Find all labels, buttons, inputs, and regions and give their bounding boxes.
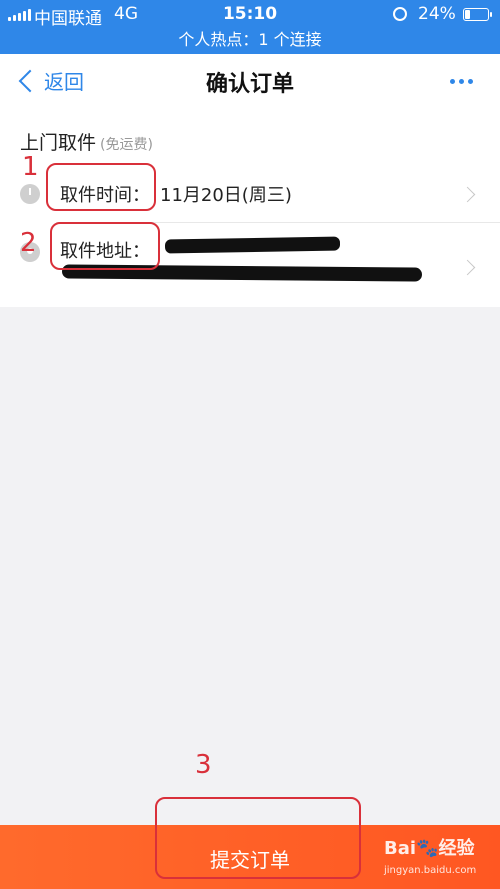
pickup-time-value: 11月20日(周三) [160,185,292,206]
battery-icon [463,8,492,21]
annotation-box [50,222,160,270]
nav-bar: 返回 确认订单 [0,54,500,110]
annotation-number: 3 [195,750,212,780]
annotation-number: 2 [20,228,37,258]
watermark-url: jingyan.baidu.com [384,865,477,876]
annotation-number: 1 [22,152,39,182]
more-dot-icon [459,79,464,84]
section-title-text: 上门取件 [20,132,97,154]
redacted-address-line [164,236,341,254]
annotation-box [155,797,361,879]
chevron-right-icon [459,186,476,203]
hotspot-banner[interactable]: 个人热点：1 个连接 [0,30,500,54]
more-button[interactable] [450,79,473,84]
clock-icon [20,184,40,204]
more-dot-icon [468,79,473,84]
page-title: 确认订单 [205,72,294,97]
section-title: 上门取件 (免运费) [20,128,153,155]
status-bar: 中国联通 4G 15:10 24% [0,0,500,30]
annotation-box [46,163,156,211]
battery-percent: 24% [418,4,456,24]
chevron-right-icon [459,259,476,276]
rotation-lock-icon [393,7,407,21]
watermark-logo: Bai🐾经验 [384,838,475,859]
more-dot-icon [450,79,455,84]
section-subtitle: (免运费) [100,137,153,153]
